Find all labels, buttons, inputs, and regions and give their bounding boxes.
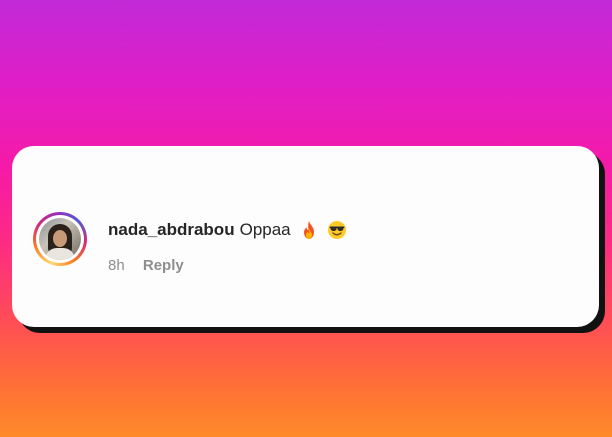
reply-button[interactable]: Reply (143, 257, 184, 274)
comment-card: nada_abdrabou Oppaa 8h Reply (12, 146, 599, 327)
avatar[interactable] (39, 218, 81, 260)
comment-username[interactable]: nada_abdrabou (108, 220, 235, 240)
fire-emoji-icon (303, 221, 314, 239)
comment-meta: 8h Reply (108, 257, 184, 274)
comment-text: Oppaa (239, 220, 291, 239)
sunglasses-face-emoji-icon (327, 221, 346, 239)
comment-timestamp: 8h (108, 257, 125, 274)
avatar-story-ring[interactable] (33, 212, 87, 266)
comment-line: nada_abdrabou Oppaa (108, 220, 347, 240)
avatar-border (36, 215, 84, 263)
